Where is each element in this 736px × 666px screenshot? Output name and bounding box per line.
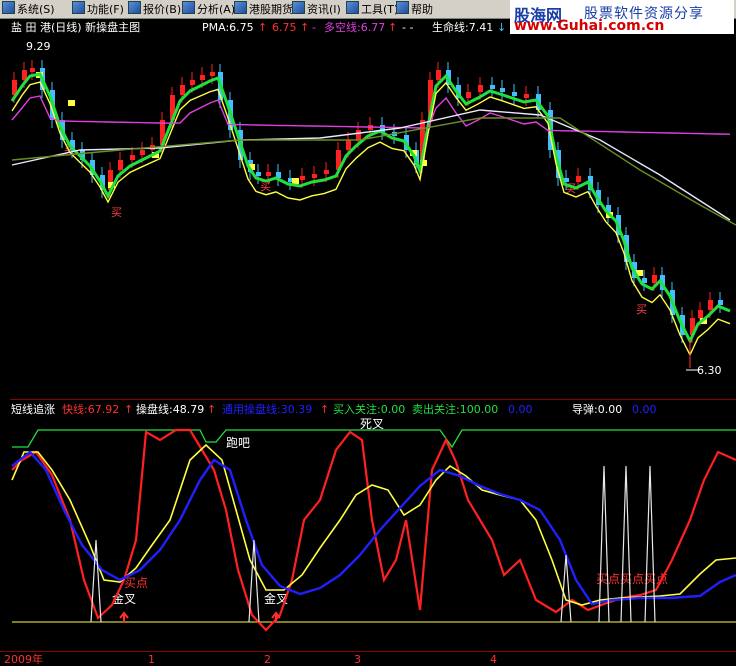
candle-body — [652, 275, 657, 283]
axis-month: 1 — [148, 653, 155, 666]
ma-green-line — [10, 72, 731, 345]
signal-marker — [292, 178, 299, 184]
candle-body — [266, 172, 271, 176]
candle-body — [312, 174, 317, 178]
signal-marker — [68, 100, 75, 106]
candle-body — [466, 92, 471, 98]
candle-body — [130, 155, 135, 160]
candle-body — [500, 88, 505, 92]
candle-body — [346, 140, 351, 150]
candle-body — [436, 70, 441, 80]
candle-body — [718, 300, 723, 305]
axis-month: 4 — [490, 653, 497, 666]
candle-body — [140, 150, 145, 155]
candle-body — [30, 68, 35, 72]
axis-month: 3 — [354, 653, 361, 666]
candle-body — [642, 278, 647, 283]
time-axis: 2009年 1 2 3 4 — [0, 651, 736, 666]
candle-body — [256, 172, 261, 176]
candle-body — [576, 176, 581, 182]
axis-month: 2 — [264, 653, 271, 666]
candle-body — [118, 160, 123, 170]
candle-body — [490, 85, 495, 89]
candle-body — [478, 85, 483, 92]
ma-yellow-line — [11, 81, 731, 357]
signal-step-line — [12, 429, 736, 449]
candle-body — [180, 85, 185, 95]
axis-year: 2009年 — [4, 653, 43, 666]
chart-canvas[interactable] — [0, 0, 736, 665]
candle-body — [190, 80, 195, 85]
candle-body — [324, 170, 329, 174]
candle-body — [524, 94, 529, 98]
candle-body — [698, 310, 703, 318]
candle-body — [300, 176, 305, 180]
candle-body — [512, 92, 517, 96]
candle-body — [708, 300, 713, 310]
candle-body — [210, 72, 215, 76]
candle-body — [356, 130, 361, 140]
candle-body — [200, 75, 205, 80]
